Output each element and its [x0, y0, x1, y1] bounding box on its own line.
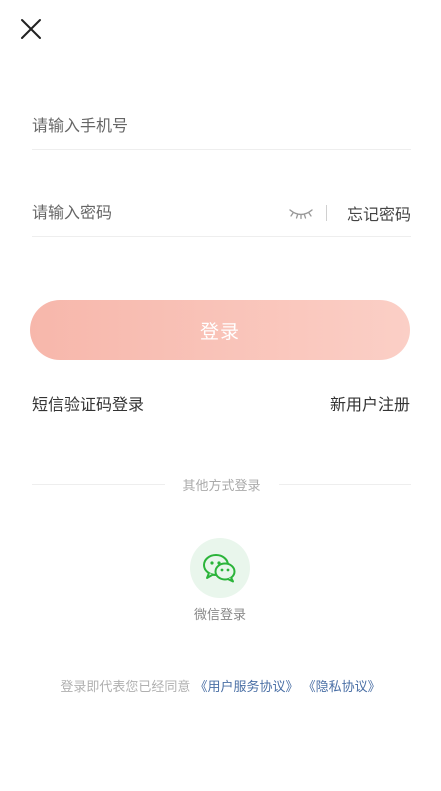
wechat-login-button[interactable]	[190, 538, 250, 598]
close-icon	[21, 19, 41, 39]
password-field-container: 忘记密码	[32, 189, 411, 237]
vertical-divider	[325, 204, 327, 221]
agreement-text: 登录即代表您已经同意 《用户服务协议》 《隐私协议》	[0, 676, 441, 695]
divider-line-right	[278, 483, 412, 485]
phone-input[interactable]	[32, 110, 411, 141]
register-link[interactable]: 新用户注册	[330, 391, 410, 415]
login-button[interactable]: 登录	[30, 300, 410, 360]
sms-login-link[interactable]: 短信验证码登录	[32, 391, 144, 415]
divider-line-left	[32, 483, 165, 485]
forgot-password-link[interactable]: 忘记密码	[347, 201, 411, 225]
phone-field-container	[32, 102, 411, 150]
agreement-prefix: 登录即代表您已经同意	[60, 680, 191, 695]
login-screen: 忘记密码 登录 短信验证码登录 新用户注册 其他方式登录 微信登录 登录即代表您…	[0, 0, 441, 791]
privacy-policy-link[interactable]: 《隐私协议》	[303, 680, 381, 695]
other-methods-divider: 其他方式登录	[32, 474, 412, 494]
alt-links-row: 短信验证码登录 新用户注册	[32, 391, 410, 415]
close-button[interactable]	[18, 16, 44, 42]
wechat-icon	[203, 554, 236, 583]
eye-closed-icon	[289, 208, 313, 219]
other-methods-label: 其他方式登录	[182, 478, 261, 494]
wechat-login-label: 微信登录	[193, 608, 246, 623]
user-agreement-link[interactable]: 《用户服务协议》	[194, 680, 298, 695]
password-tools: 忘记密码	[288, 198, 411, 228]
toggle-password-visibility[interactable]	[288, 205, 314, 221]
password-input[interactable]	[32, 197, 288, 228]
